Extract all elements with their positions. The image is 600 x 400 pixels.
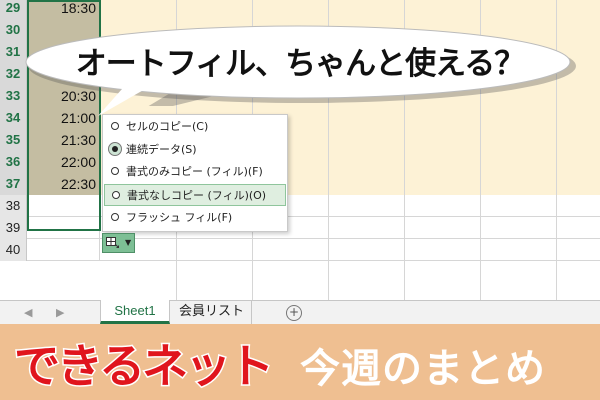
footer-banner: できるネット 今週のまとめ	[0, 324, 600, 400]
radio-icon[interactable]	[112, 191, 120, 199]
radio-icon[interactable]	[108, 142, 122, 156]
autofill-option[interactable]: 書式なしコピー (フィル)(O)	[104, 184, 286, 206]
autofill-option-label: セルのコピー(C)	[126, 120, 209, 133]
row-header[interactable]: 35	[0, 129, 27, 151]
row-header[interactable]: 39	[0, 217, 27, 239]
autofill-option-label: 書式のみコピー (フィル)(F)	[126, 165, 263, 178]
autofill-options-menu: セルのコピー(C) 連続データ(S) 書式のみコピー (フィル)(F) 書式なしコピー…	[102, 114, 288, 232]
autofill-options-button[interactable]: ▼	[102, 233, 135, 253]
weekly-summary-title: 今週のまとめ	[300, 346, 546, 392]
row-header[interactable]: 34	[0, 107, 27, 129]
time-cell[interactable]	[27, 239, 100, 261]
data-cells[interactable]	[100, 0, 600, 19]
next-sheet-icon[interactable]: ▶	[56, 304, 64, 322]
tab-sheet1[interactable]: Sheet1	[100, 300, 170, 324]
autofill-option[interactable]: 連続データ(S)	[104, 139, 286, 161]
autofill-option[interactable]: フラッシュ フィル(F)	[104, 207, 286, 229]
brand-logo: できるネット	[12, 338, 275, 395]
autofill-option-label: フラッシュ フィル(F)	[126, 211, 233, 224]
row-header[interactable]: 37	[0, 173, 27, 195]
autofill-option[interactable]: セルのコピー(C)	[104, 116, 286, 138]
row-header[interactable]: 36	[0, 151, 27, 173]
row-header[interactable]: 29	[0, 0, 27, 19]
radio-icon[interactable]	[111, 213, 119, 221]
add-sheet-button[interactable]: +	[286, 305, 302, 321]
data-cells[interactable]	[100, 239, 600, 261]
prev-sheet-icon[interactable]: ◀	[24, 304, 32, 322]
table-row[interactable]: 40	[0, 239, 600, 261]
autofill-option-label: 連続データ(S)	[126, 143, 197, 156]
radio-icon[interactable]	[111, 167, 119, 175]
autofill-option-label: 書式なしコピー (フィル)(O)	[127, 189, 267, 202]
row-header[interactable]: 38	[0, 195, 27, 217]
autofill-options-icon	[106, 237, 119, 248]
tab-member-list[interactable]: 会員リスト	[172, 300, 252, 324]
radio-icon[interactable]	[111, 122, 119, 130]
autofill-option[interactable]: 書式のみコピー (フィル)(F)	[104, 161, 286, 183]
chevron-down-icon: ▼	[125, 238, 132, 247]
sheet-tab-bar: ◀ ▶ Sheet1 会員リスト +	[0, 300, 600, 324]
row-header[interactable]: 40	[0, 239, 27, 261]
headline: オートフィル、ちゃんと使える？	[75, 46, 525, 82]
